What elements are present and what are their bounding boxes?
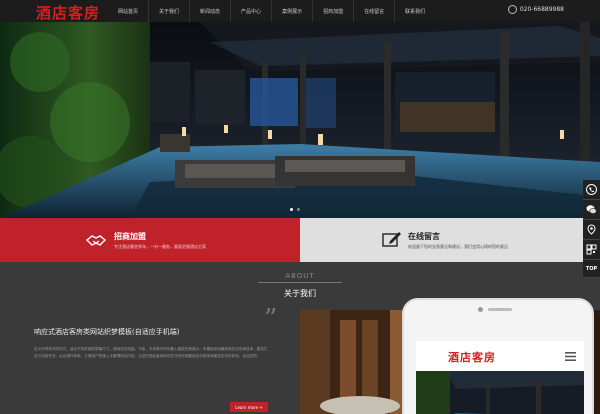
phone-number: 020-66889988 — [519, 6, 564, 13]
slider-dot[interactable] — [297, 208, 300, 211]
mobile-preview: 酒店客房 — [402, 298, 594, 414]
sidebar-location[interactable] — [583, 220, 600, 240]
mobile-hero-image — [416, 371, 584, 414]
feature-join-subtitle: 专注酒店客房多年，一对一服务，量身定制酒店方案 — [114, 244, 206, 249]
sidebar-qrcode[interactable] — [583, 240, 600, 260]
feature-message-title: 在线留言 — [408, 232, 440, 241]
about-divider — [258, 282, 342, 283]
feature-message[interactable]: 在线留言 欢迎留下您的宝贵意见和建议，我们会用心倾听您的意见 — [300, 218, 600, 262]
nav-item-home[interactable]: 网站首页 — [108, 0, 148, 22]
quote-icon: ” — [264, 304, 278, 334]
learn-more-button[interactable]: Learn more + — [230, 402, 268, 412]
top-navbar: 酒店客房 网站首页 关于我们 新闻动态 产品中心 案例展示 招商加盟 在线留言 … — [0, 0, 600, 22]
mobile-screen: 酒店客房 — [416, 341, 584, 414]
site-logo[interactable]: 酒店客房 — [36, 2, 100, 23]
header-phone: 020-66889988 — [507, 5, 564, 14]
qrcode-icon — [586, 244, 597, 255]
nav-item-news[interactable]: 新闻动态 — [189, 0, 230, 22]
wechat-icon — [586, 205, 597, 214]
menu-icon — [565, 352, 576, 361]
main-nav: 网站首页 关于我们 新闻动态 产品中心 案例展示 招商加盟 在线留言 联系我们 — [108, 0, 435, 22]
nav-item-join[interactable]: 招商加盟 — [312, 0, 353, 22]
feature-join[interactable]: 招商加盟 专注酒店客房多年，一对一服务，量身定制酒店方案 — [0, 218, 300, 262]
slider-dot-active[interactable] — [290, 208, 293, 211]
phone-icon — [507, 5, 517, 14]
slider-dots — [290, 208, 300, 211]
sidebar-phone[interactable] — [583, 180, 600, 200]
speaker-grille — [488, 308, 512, 311]
phone-icon — [586, 184, 597, 195]
feature-message-subtitle: 欢迎留下您的宝贵意见和建议，我们会用心倾听您的意见 — [408, 244, 508, 249]
nav-item-products[interactable]: 产品中心 — [230, 0, 271, 22]
nav-item-contact[interactable]: 联系我们 — [394, 0, 435, 22]
nav-item-message[interactable]: 在线留言 — [353, 0, 394, 22]
map-pin-icon — [587, 224, 596, 235]
handshake-icon — [86, 235, 106, 246]
nav-item-cases[interactable]: 案例展示 — [271, 0, 312, 22]
page: 酒店客房 网站首页 关于我们 新闻动态 产品中心 案例展示 招商加盟 在线留言 … — [0, 0, 600, 414]
camera-icon — [478, 307, 483, 312]
edit-icon — [382, 232, 401, 247]
about-heading: 响应式酒店客房类网站织梦模板(自适应手机端) — [34, 328, 180, 336]
mobile-header — [416, 341, 584, 371]
sidebar-wechat[interactable] — [583, 200, 600, 220]
sidebar-back-to-top[interactable]: TOP — [583, 260, 600, 278]
back-to-top-label: TOP — [585, 265, 598, 272]
hero-illustration — [0, 22, 600, 218]
about-text: 定义不同条件的样式，适应不同终端的屏幕尺寸，使网站在电脑、平板、手机等不同设备上… — [34, 347, 268, 358]
feature-join-title: 招商加盟 — [114, 232, 146, 241]
mobile-logo: 酒店客房 — [448, 351, 496, 364]
about-label-en: ABOUT — [285, 272, 315, 280]
hero-banner[interactable] — [0, 22, 600, 218]
nav-item-about[interactable]: 关于我们 — [148, 0, 189, 22]
